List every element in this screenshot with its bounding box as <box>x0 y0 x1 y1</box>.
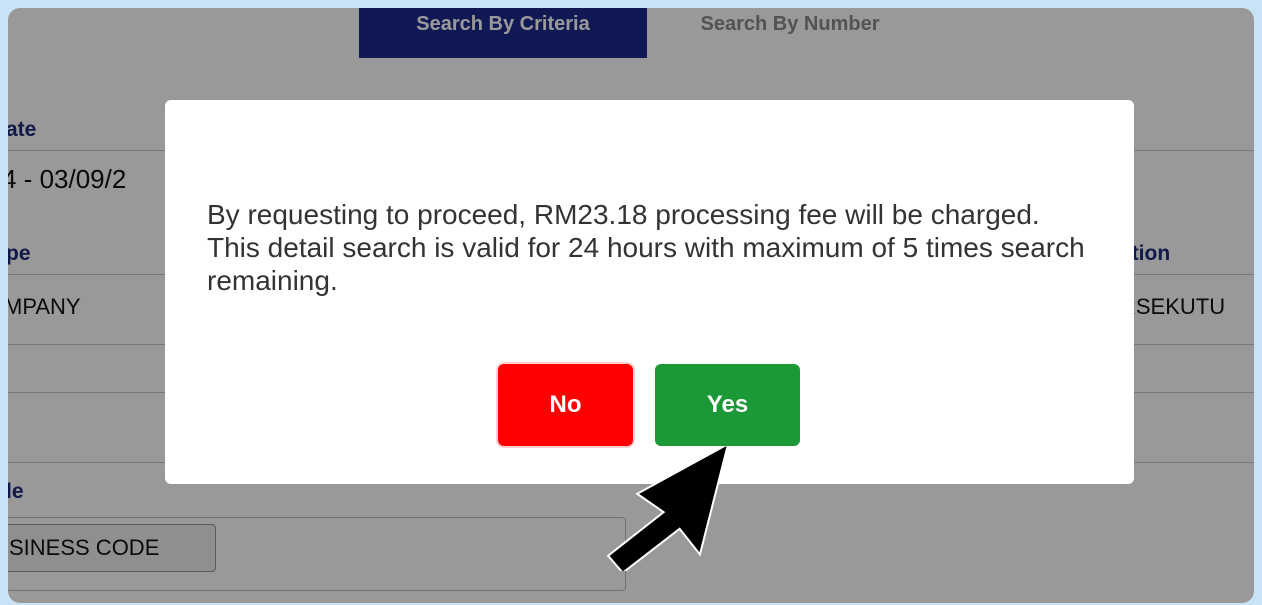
confirm-dialog: By requesting to proceed, RM23.18 proces… <box>165 100 1134 484</box>
app-window: Search By Criteria Search By Number ate … <box>8 8 1254 603</box>
yes-button[interactable]: Yes <box>655 364 800 446</box>
dialog-message: By requesting to proceed, RM23.18 proces… <box>207 199 1085 296</box>
no-button[interactable]: No <box>498 364 633 446</box>
pointer-cursor-icon <box>606 446 729 571</box>
